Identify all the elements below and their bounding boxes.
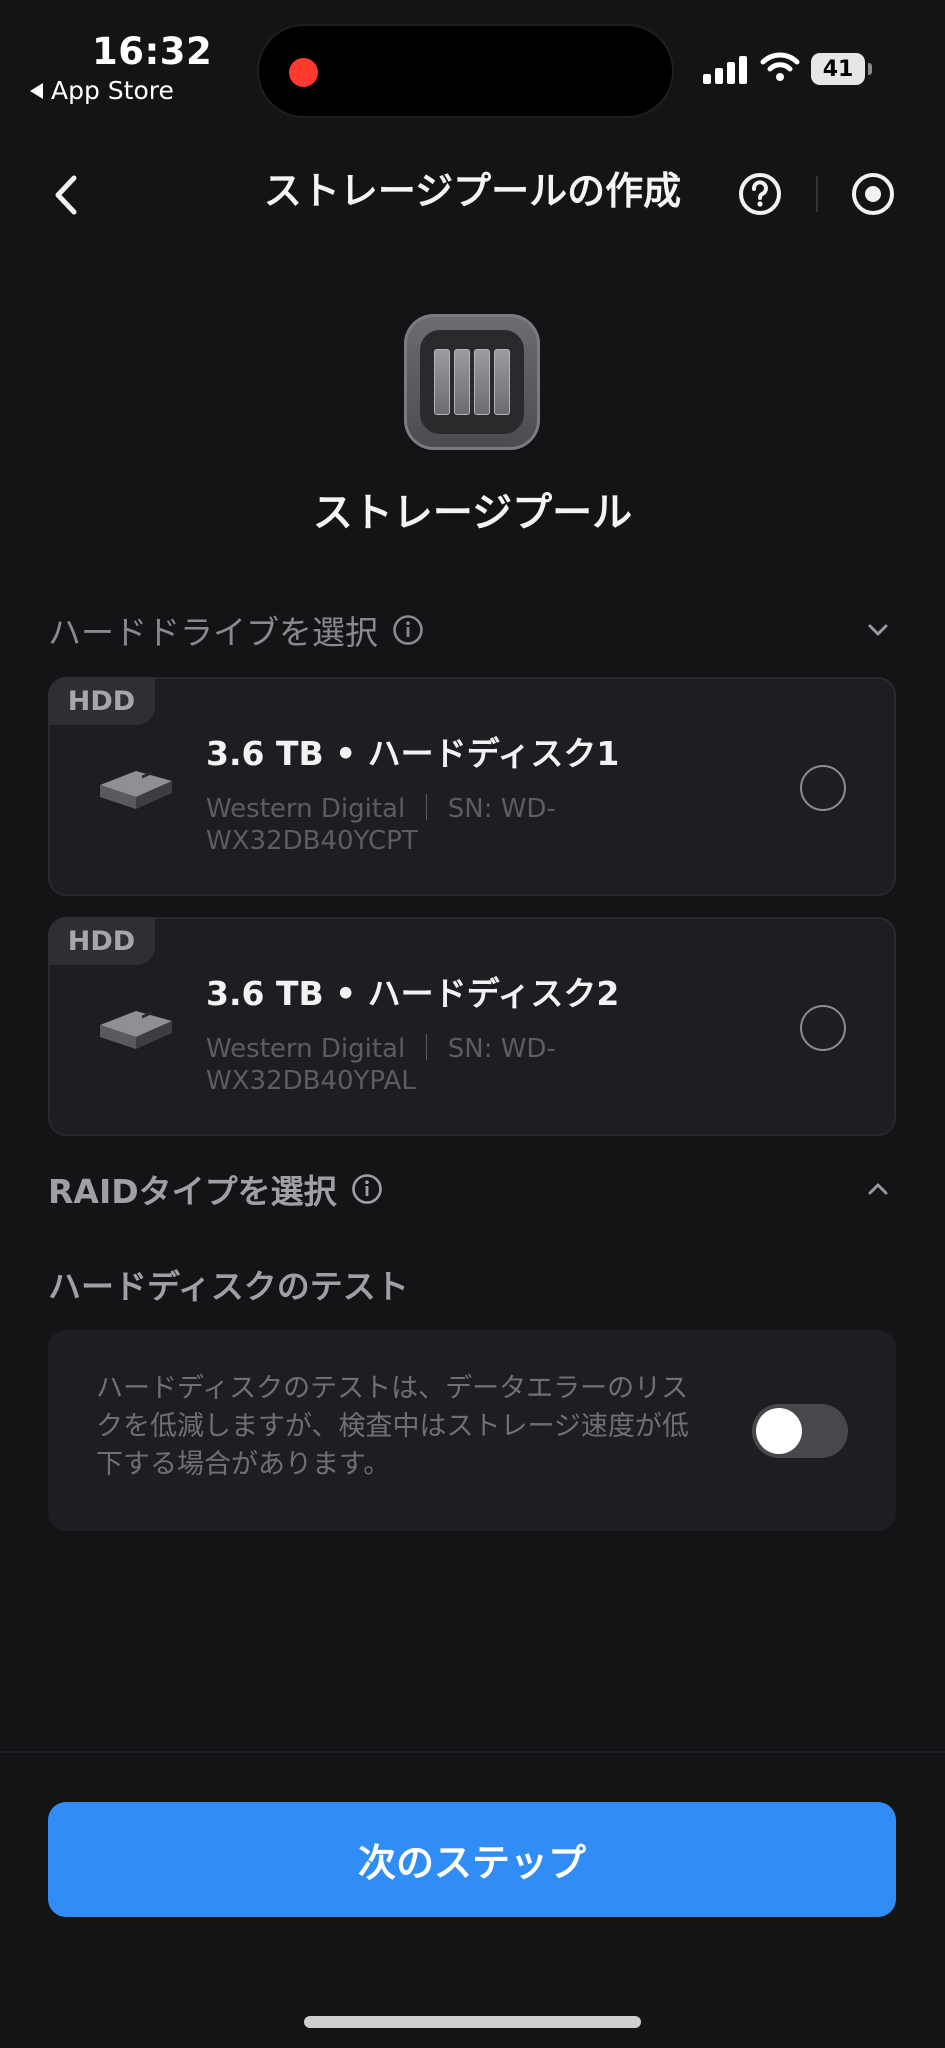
recording-indicator-icon xyxy=(289,58,318,87)
hard-drive-icon xyxy=(100,771,172,809)
disk-title: 3.6 TB • ハードディスク1 xyxy=(206,734,620,773)
target-icon[interactable] xyxy=(851,172,895,216)
disk-card-1[interactable]: HDD 3.6 TB • ハードディスク1 Western Digital ｜ … xyxy=(48,677,896,896)
page-title: ストレージプールの作成 xyxy=(263,169,682,213)
disk-vendor: Western Digital ｜ SN: WD- xyxy=(206,1034,556,1064)
home-indicator[interactable] xyxy=(304,2016,641,2028)
select-drives-header[interactable]: ハードドライブを選択 xyxy=(48,606,424,654)
disk-card-2[interactable]: HDD 3.6 TB • ハードディスク2 Western Digital ｜ … xyxy=(48,917,896,1136)
disk-test-description: ハードディスクのテストは、データエラーのリスクを低減しますが、検査中はストレージ… xyxy=(96,1373,689,1480)
disk-serial: WX32DB40YCPT xyxy=(206,826,418,856)
battery-icon: 41 xyxy=(811,53,873,85)
disk-select-radio[interactable] xyxy=(800,765,846,811)
select-raid-header[interactable]: RAIDタイプを選択 xyxy=(48,1165,383,1213)
help-icon[interactable] xyxy=(738,172,782,216)
chevron-up-icon[interactable] xyxy=(863,1174,893,1204)
info-icon[interactable] xyxy=(392,614,424,646)
back-triangle-icon xyxy=(30,82,43,99)
storage-pool-label: ストレージプール xyxy=(312,490,633,536)
select-raid-title: RAIDタイプを選択 xyxy=(48,1172,337,1211)
disk-serial: WX32DB40YPAL xyxy=(206,1066,416,1096)
hdd-badge: HDD xyxy=(48,677,155,725)
disk-details: Western Digital ｜ SN: WD- WX32DB40YCPT xyxy=(206,793,626,857)
disk-test-header: ハードディスクのテスト xyxy=(48,1260,409,1308)
dynamic-island xyxy=(257,24,674,118)
back-app-label: App Store xyxy=(51,76,174,105)
nav-divider xyxy=(816,176,818,212)
info-icon[interactable] xyxy=(351,1173,383,1205)
toggle-knob xyxy=(756,1408,802,1454)
footer-divider xyxy=(0,1751,945,1753)
disk-test-toggle[interactable] xyxy=(752,1404,848,1458)
chevron-down-icon[interactable] xyxy=(863,615,893,645)
cellular-signal-icon xyxy=(703,54,747,84)
disk-select-radio[interactable] xyxy=(800,1005,846,1051)
storage-pool-icon xyxy=(404,314,540,450)
disk-title: 3.6 TB • ハードディスク2 xyxy=(206,974,620,1013)
wifi-icon xyxy=(760,52,800,81)
battery-level: 41 xyxy=(811,53,865,85)
disk-test-card: ハードディスクのテストは、データエラーのリスクを低減しますが、検査中はストレージ… xyxy=(48,1330,896,1531)
back-to-app-link[interactable]: App Store xyxy=(30,76,174,105)
disk-vendor: Western Digital ｜ SN: WD- xyxy=(206,794,556,824)
hdd-badge: HDD xyxy=(48,917,155,965)
hard-drive-icon xyxy=(100,1011,172,1049)
disk-details: Western Digital ｜ SN: WD- WX32DB40YPAL xyxy=(206,1033,626,1097)
disk-test-title: ハードディスクのテスト xyxy=(48,1267,409,1306)
select-drives-title: ハードドライブを選択 xyxy=(48,613,378,652)
next-step-button[interactable]: 次のステップ xyxy=(48,1802,896,1917)
status-time: 16:32 xyxy=(92,30,213,73)
